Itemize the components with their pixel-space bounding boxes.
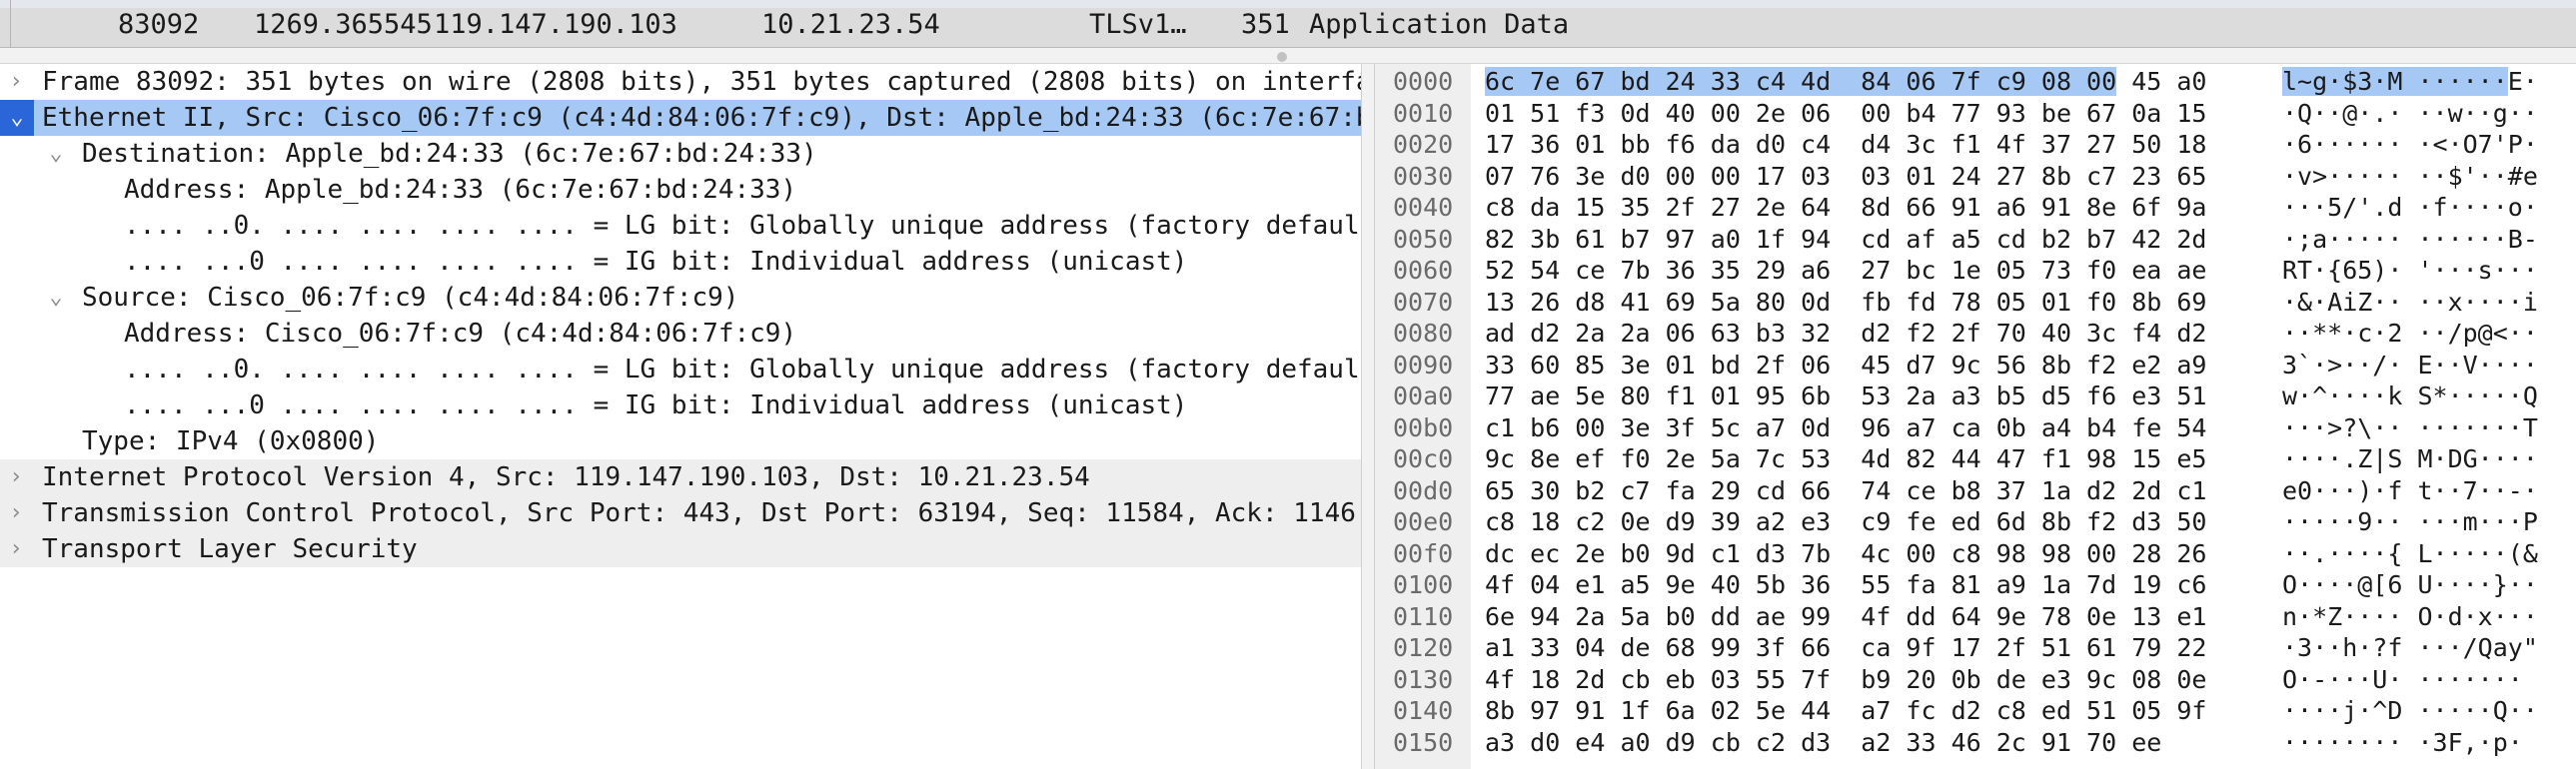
tree-item-label: .... ...0 .... .... .... .... = IG bit: … (124, 390, 1188, 420)
chevron-right-icon[interactable]: › (4, 64, 28, 100)
tree-item-label: Ethernet II, Src: Cisco_06:7f:c9 (c4:4d:… (42, 103, 1361, 133)
hex-bytes-text[interactable]: c1 b6 00 3e 3f 5c a7 0d 96 a7 ca 0b a4 b… (1485, 413, 2206, 442)
packet-details-tree[interactable]: › Frame 83092: 351 bytes on wire (2808 bi… (0, 64, 1361, 769)
packet-number-cell[interactable]: 83092 (118, 7, 199, 43)
tree-item-label: Frame 83092: 351 bytes on wire (2808 bit… (42, 67, 1361, 97)
packet-source-cell[interactable]: 119.147.190.103 (434, 7, 677, 43)
hex-bytes-text[interactable]: 45 a0 (2116, 67, 2206, 96)
packet-length-cell[interactable]: 351 (1241, 7, 1290, 43)
hex-bytes-text[interactable]: ad d2 2a 2a 06 63 b3 32 d2 f2 2f 70 40 3… (1485, 319, 2206, 348)
chevron-right-icon[interactable]: › (4, 459, 28, 495)
hex-ascii-text[interactable]: O·-···U· ······· (2282, 665, 2523, 694)
hex-ascii-text[interactable]: ····j·^D ·····Q·· (2282, 696, 2538, 725)
hex-ascii-text[interactable]: ···>?\·· ·······T (2282, 413, 2538, 442)
chevron-down-icon[interactable]: ⌄ (44, 280, 68, 316)
hex-bytes-text[interactable]: 77 ae 5e 80 f1 01 95 6b 53 2a a3 b5 d5 f… (1485, 382, 2206, 410)
hex-ascii-text[interactable]: ········ ·3F,·p· (2282, 728, 2523, 757)
tree-item[interactable]: ⌄ Destination: Apple_bd:24:33 (6c:7e:67:b… (0, 136, 1361, 172)
hex-ascii-text[interactable]: ·3··h·?f ···/Qay" (2282, 633, 2538, 662)
hex-bytes-text[interactable]: 8b 97 91 1f 6a 02 5e 44 a7 fc d2 c8 ed 5… (1485, 696, 2206, 725)
column-divider[interactable] (10, 0, 11, 48)
hex-ascii-text[interactable]: ·Q··@·.· ··w··g·· (2282, 99, 2538, 128)
hex-ascii-text[interactable]: ···5/'.d ·f····o· (2282, 193, 2538, 222)
tree-item-label: Address: Cisco_06:7f:c9 (c4:4d:84:06:7f:… (124, 319, 797, 349)
hex-bytes[interactable]: a3 d0 e4 a0 d9 cb c2 d3 a2 33 46 2c 91 7… (1485, 725, 2161, 761)
hex-bytes-text[interactable]: 4f 04 e1 a5 9e 40 5b 36 55 fa 81 a9 1a 7… (1485, 570, 2206, 599)
hex-ascii-text[interactable]: ·v>····· ··$'··#e (2282, 162, 2538, 191)
tree-item-label: .... ...0 .... .... .... .... = IG bit: … (124, 247, 1188, 277)
tree-item-label: Internet Protocol Version 4, Src: 119.14… (42, 462, 1090, 492)
tree-item[interactable]: Address: Apple_bd:24:33 (6c:7e:67:bd:24:… (0, 172, 1361, 208)
hex-bytes-text[interactable]: 07 76 3e d0 00 00 17 03 03 01 24 27 8b c… (1485, 162, 2206, 191)
packet-protocol-cell[interactable]: TLSv1… (1089, 7, 1187, 43)
hex-bytes-text[interactable]: 17 36 01 bb f6 da d0 c4 d4 3c f1 4f 37 2… (1485, 130, 2206, 159)
tree-item[interactable]: ⌄ Source: Cisco_06:7f:c9 (c4:4d:84:06:7f:… (0, 280, 1361, 316)
tree-item-label: .... ..0. .... .... .... .... = LG bit: … (124, 211, 1360, 241)
packet-list[interactable]: 83092 1269.365545 119.147.190.103 10.21.… (0, 0, 2576, 48)
tree-item[interactable]: Address: Cisco_06:7f:c9 (c4:4d:84:06:7f:… (0, 316, 1361, 352)
tree-item[interactable]: ⌄ Ethernet II, Src: Cisco_06:7f:c9 (c4:4d… (0, 100, 1361, 136)
tree-item-label: Source: Cisco_06:7f:c9 (c4:4d:84:06:7f:c… (82, 283, 739, 313)
tree-item[interactable]: › Internet Protocol Version 4, Src: 119.1… (0, 459, 1361, 495)
hex-ascii-text[interactable]: ·····9·· ···m···P (2282, 507, 2538, 536)
hex-bytes-text[interactable]: 65 30 b2 c7 fa 29 cd 66 74 ce b8 37 1a d… (1485, 476, 2206, 505)
hex-bytes-text[interactable]: a3 d0 e4 a0 d9 cb c2 d3 a2 33 46 2c 91 7… (1485, 728, 2161, 757)
tree-item[interactable]: › Transmission Control Protocol, Src Port… (0, 495, 1361, 531)
packet-info-cell[interactable]: Application Data (1309, 7, 1569, 43)
hex-bytes-text[interactable]: c8 da 15 35 2f 27 2e 64 8d 66 91 a6 91 8… (1485, 193, 2206, 222)
hex-ascii-text[interactable]: 3`·>··/· E··V···· (2282, 351, 2538, 380)
hex-bytes-text[interactable]: a1 33 04 de 68 99 3f 66 ca 9f 17 2f 51 6… (1485, 633, 2206, 662)
packet-time-cell[interactable]: 1269.365545 (254, 7, 433, 43)
hex-ascii-text[interactable]: ····.Z|S M·DG···· (2282, 444, 2538, 473)
pane-splitter-horizontal[interactable] (0, 48, 2576, 64)
hex-ascii-text[interactable]: ·&·AiZ·· ··x····i (2282, 288, 2538, 317)
packet-bytes-pane[interactable]: 0000 6c 7e 67 bd 24 33 c4 4d 84 06 7f c9 … (1375, 64, 2576, 769)
hex-bytes-text[interactable]: 13 26 d8 41 69 5a 80 0d fb fd 78 05 01 f… (1485, 288, 2206, 317)
hex-ascii-text[interactable]: w·^····k S*·····Q (2282, 382, 2538, 410)
hex-bytes-text[interactable]: c8 18 c2 0e d9 39 a2 e3 c9 fe ed 6d 8b f… (1485, 507, 2206, 536)
tree-item[interactable]: Type: IPv4 (0x0800) (0, 423, 1361, 459)
chevron-down-icon[interactable]: ⌄ (0, 100, 34, 136)
splitter-grip[interactable] (1277, 52, 1287, 62)
hex-bytes-text[interactable]: dc ec 2e b0 9d c1 d3 7b 4c 00 c8 98 98 0… (1485, 539, 2206, 568)
hex-ascii-text[interactable]: e0···)·f t··7··-· (2282, 476, 2538, 505)
hex-bytes-text[interactable]: 01 51 f3 0d 40 00 2e 06 00 b4 77 93 be 6… (1485, 99, 2206, 128)
hex-bytes-text[interactable]: 82 3b 61 b7 97 a0 1f 94 cd af a5 cd b2 b… (1485, 225, 2206, 254)
chevron-down-icon[interactable]: ⌄ (44, 136, 68, 172)
hex-ascii-text[interactable]: E· (2508, 67, 2538, 96)
tree-item-label: Type: IPv4 (0x0800) (82, 426, 380, 456)
chevron-right-icon[interactable]: › (4, 531, 28, 567)
tree-item[interactable]: .... ...0 .... .... .... .... = IG bit: … (0, 387, 1361, 423)
tree-item-label: .... ..0. .... .... .... .... = LG bit: … (124, 355, 1360, 384)
chevron-right-icon[interactable]: › (4, 495, 28, 531)
tree-item-label: Destination: Apple_bd:24:33 (6c:7e:67:bd… (82, 139, 817, 169)
hex-offset: 0150 (1393, 727, 1454, 757)
tree-item-label: Transport Layer Security (42, 534, 418, 564)
hex-ascii-text[interactable]: n·*Z···· O·d·x··· (2282, 602, 2538, 631)
tree-item[interactable]: .... ..0. .... .... .... .... = LG bit: … (0, 208, 1361, 244)
hex-ascii-text[interactable]: ·;a····· ······B- (2282, 225, 2538, 254)
hex-ascii-text[interactable]: O····@[6 U····}·· (2282, 570, 2538, 599)
hex-ascii-text[interactable]: ··.····{ L·····(& (2282, 539, 2538, 568)
hex-bytes-highlighted[interactable]: 6c 7e 67 bd 24 33 c4 4d 84 06 7f c9 08 0… (1485, 67, 2117, 96)
tree-item[interactable]: .... ..0. .... .... .... .... = LG bit: … (0, 352, 1361, 387)
hex-bytes-text[interactable]: 4f 18 2d cb eb 03 55 7f b9 20 0b de e3 9… (1485, 665, 2206, 694)
hex-bytes-text[interactable]: 52 54 ce 7b 36 35 29 a6 27 bc 1e 05 73 f… (1485, 256, 2206, 285)
tree-item-label: Address: Apple_bd:24:33 (6c:7e:67:bd:24:… (124, 175, 797, 205)
hex-bytes-text[interactable]: 6e 94 2a 5a b0 dd ae 99 4f dd 64 9e 78 0… (1485, 602, 2206, 631)
hex-ascii-text[interactable]: ·6······ ·<·O7'P· (2282, 130, 2538, 159)
hex-ascii-text[interactable]: RT·{65)· '···s··· (2282, 256, 2538, 285)
tree-item[interactable]: .... ...0 .... .... .... .... = IG bit: … (0, 244, 1361, 280)
pane-splitter-vertical[interactable] (1361, 64, 1375, 769)
tree-item[interactable]: › Frame 83092: 351 bytes on wire (2808 bi… (0, 64, 1361, 100)
hex-ascii[interactable]: ········ ·3F,·p· (2282, 725, 2523, 761)
hex-bytes-text[interactable]: 33 60 85 3e 01 bd 2f 06 45 d7 9c 56 8b f… (1485, 351, 2206, 380)
packet-destination-cell[interactable]: 10.21.23.54 (761, 7, 940, 43)
tree-item-label: Transmission Control Protocol, Src Port:… (42, 498, 1356, 528)
tree-item[interactable]: › Transport Layer Security (0, 531, 1361, 567)
hex-bytes-text[interactable]: 9c 8e ef f0 2e 5a 7c 53 4d 82 44 47 f1 9… (1485, 444, 2206, 473)
hex-ascii-highlighted[interactable]: l~g·$3·M ······ (2282, 67, 2508, 96)
hex-ascii-text[interactable]: ··**·c·2 ··/p@<·· (2282, 319, 2538, 348)
